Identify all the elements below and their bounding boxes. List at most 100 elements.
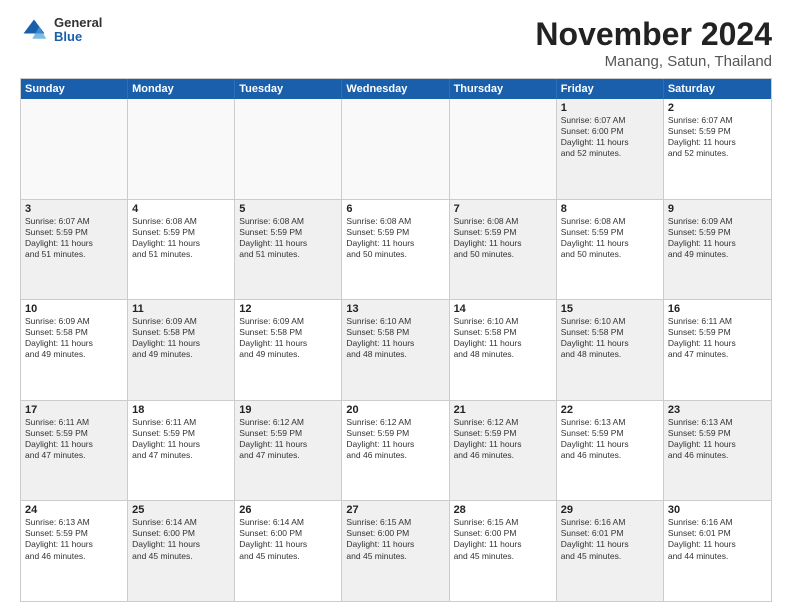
day-num-r4-c4: 28 <box>454 504 552 516</box>
day-num-r2-c1: 11 <box>132 303 230 315</box>
day-info-r3-c2: Sunrise: 6:12 AM Sunset: 5:59 PM Dayligh… <box>239 417 337 461</box>
day-num-r3-c3: 20 <box>346 404 444 416</box>
logo-text: General Blue <box>54 16 102 45</box>
day-num-r1-c0: 3 <box>25 203 123 215</box>
cal-row-3: 17Sunrise: 6:11 AM Sunset: 5:59 PM Dayli… <box>21 400 771 501</box>
day-info-r3-c6: Sunrise: 6:13 AM Sunset: 5:59 PM Dayligh… <box>668 417 767 461</box>
cal-cell-r3-c0: 17Sunrise: 6:11 AM Sunset: 5:59 PM Dayli… <box>21 401 128 501</box>
cal-cell-r4-c2: 26Sunrise: 6:14 AM Sunset: 6:00 PM Dayli… <box>235 501 342 601</box>
day-num-r1-c3: 6 <box>346 203 444 215</box>
day-info-r2-c0: Sunrise: 6:09 AM Sunset: 5:58 PM Dayligh… <box>25 316 123 360</box>
day-num-r0-c5: 1 <box>561 102 659 114</box>
weekday-monday: Monday <box>128 79 235 99</box>
day-info-r4-c5: Sunrise: 6:16 AM Sunset: 6:01 PM Dayligh… <box>561 517 659 561</box>
weekday-friday: Friday <box>557 79 664 99</box>
day-info-r3-c5: Sunrise: 6:13 AM Sunset: 5:59 PM Dayligh… <box>561 417 659 461</box>
day-num-r4-c3: 27 <box>346 504 444 516</box>
day-num-r3-c2: 19 <box>239 404 337 416</box>
cal-cell-r4-c6: 30Sunrise: 6:16 AM Sunset: 6:01 PM Dayli… <box>664 501 771 601</box>
cal-cell-r3-c1: 18Sunrise: 6:11 AM Sunset: 5:59 PM Dayli… <box>128 401 235 501</box>
day-info-r4-c1: Sunrise: 6:14 AM Sunset: 6:00 PM Dayligh… <box>132 517 230 561</box>
day-num-r4-c5: 29 <box>561 504 659 516</box>
cal-cell-r2-c1: 11Sunrise: 6:09 AM Sunset: 5:58 PM Dayli… <box>128 300 235 400</box>
cal-cell-r0-c5: 1Sunrise: 6:07 AM Sunset: 6:00 PM Daylig… <box>557 99 664 199</box>
cal-cell-r3-c4: 21Sunrise: 6:12 AM Sunset: 5:59 PM Dayli… <box>450 401 557 501</box>
day-num-r4-c0: 24 <box>25 504 123 516</box>
day-num-r1-c4: 7 <box>454 203 552 215</box>
day-num-r2-c0: 10 <box>25 303 123 315</box>
calendar: Sunday Monday Tuesday Wednesday Thursday… <box>20 78 772 602</box>
cal-cell-r3-c2: 19Sunrise: 6:12 AM Sunset: 5:59 PM Dayli… <box>235 401 342 501</box>
logo: General Blue <box>20 16 102 45</box>
day-info-r1-c4: Sunrise: 6:08 AM Sunset: 5:59 PM Dayligh… <box>454 216 552 260</box>
day-num-r3-c0: 17 <box>25 404 123 416</box>
day-num-r2-c2: 12 <box>239 303 337 315</box>
cal-row-0: 1Sunrise: 6:07 AM Sunset: 6:00 PM Daylig… <box>21 99 771 199</box>
calendar-header: Sunday Monday Tuesday Wednesday Thursday… <box>21 79 771 99</box>
cal-cell-r1-c1: 4Sunrise: 6:08 AM Sunset: 5:59 PM Daylig… <box>128 200 235 300</box>
day-num-r2-c6: 16 <box>668 303 767 315</box>
day-info-r4-c0: Sunrise: 6:13 AM Sunset: 5:59 PM Dayligh… <box>25 517 123 561</box>
logo-blue-text: Blue <box>54 30 102 44</box>
cal-cell-r1-c6: 9Sunrise: 6:09 AM Sunset: 5:59 PM Daylig… <box>664 200 771 300</box>
logo-general-text: General <box>54 16 102 30</box>
day-info-r0-c6: Sunrise: 6:07 AM Sunset: 5:59 PM Dayligh… <box>668 115 767 159</box>
day-info-r1-c0: Sunrise: 6:07 AM Sunset: 5:59 PM Dayligh… <box>25 216 123 260</box>
day-num-r1-c2: 5 <box>239 203 337 215</box>
cal-cell-r2-c2: 12Sunrise: 6:09 AM Sunset: 5:58 PM Dayli… <box>235 300 342 400</box>
cal-cell-r2-c4: 14Sunrise: 6:10 AM Sunset: 5:58 PM Dayli… <box>450 300 557 400</box>
day-info-r1-c5: Sunrise: 6:08 AM Sunset: 5:59 PM Dayligh… <box>561 216 659 260</box>
day-info-r2-c6: Sunrise: 6:11 AM Sunset: 5:59 PM Dayligh… <box>668 316 767 360</box>
cal-cell-r1-c0: 3Sunrise: 6:07 AM Sunset: 5:59 PM Daylig… <box>21 200 128 300</box>
cal-cell-r2-c0: 10Sunrise: 6:09 AM Sunset: 5:58 PM Dayli… <box>21 300 128 400</box>
logo-icon <box>20 16 48 44</box>
cal-cell-r0-c2 <box>235 99 342 199</box>
cal-cell-r3-c3: 20Sunrise: 6:12 AM Sunset: 5:59 PM Dayli… <box>342 401 449 501</box>
cal-cell-r1-c3: 6Sunrise: 6:08 AM Sunset: 5:59 PM Daylig… <box>342 200 449 300</box>
weekday-thursday: Thursday <box>450 79 557 99</box>
day-num-r4-c1: 25 <box>132 504 230 516</box>
day-info-r1-c2: Sunrise: 6:08 AM Sunset: 5:59 PM Dayligh… <box>239 216 337 260</box>
day-info-r3-c0: Sunrise: 6:11 AM Sunset: 5:59 PM Dayligh… <box>25 417 123 461</box>
day-info-r1-c1: Sunrise: 6:08 AM Sunset: 5:59 PM Dayligh… <box>132 216 230 260</box>
day-num-r2-c5: 15 <box>561 303 659 315</box>
cal-cell-r2-c3: 13Sunrise: 6:10 AM Sunset: 5:58 PM Dayli… <box>342 300 449 400</box>
day-num-r2-c3: 13 <box>346 303 444 315</box>
cal-row-2: 10Sunrise: 6:09 AM Sunset: 5:58 PM Dayli… <box>21 299 771 400</box>
cal-cell-r1-c4: 7Sunrise: 6:08 AM Sunset: 5:59 PM Daylig… <box>450 200 557 300</box>
day-info-r4-c4: Sunrise: 6:15 AM Sunset: 6:00 PM Dayligh… <box>454 517 552 561</box>
cal-cell-r0-c0 <box>21 99 128 199</box>
day-info-r2-c5: Sunrise: 6:10 AM Sunset: 5:58 PM Dayligh… <box>561 316 659 360</box>
day-info-r2-c2: Sunrise: 6:09 AM Sunset: 5:58 PM Dayligh… <box>239 316 337 360</box>
cal-cell-r1-c5: 8Sunrise: 6:08 AM Sunset: 5:59 PM Daylig… <box>557 200 664 300</box>
day-num-r1-c6: 9 <box>668 203 767 215</box>
cal-cell-r0-c6: 2Sunrise: 6:07 AM Sunset: 5:59 PM Daylig… <box>664 99 771 199</box>
day-info-r3-c4: Sunrise: 6:12 AM Sunset: 5:59 PM Dayligh… <box>454 417 552 461</box>
day-num-r0-c6: 2 <box>668 102 767 114</box>
day-num-r1-c5: 8 <box>561 203 659 215</box>
cal-cell-r2-c5: 15Sunrise: 6:10 AM Sunset: 5:58 PM Dayli… <box>557 300 664 400</box>
day-num-r3-c5: 22 <box>561 404 659 416</box>
cal-cell-r4-c5: 29Sunrise: 6:16 AM Sunset: 6:01 PM Dayli… <box>557 501 664 601</box>
header: General Blue November 2024 Manang, Satun… <box>20 16 772 70</box>
weekday-sunday: Sunday <box>21 79 128 99</box>
day-num-r3-c1: 18 <box>132 404 230 416</box>
day-num-r3-c6: 23 <box>668 404 767 416</box>
day-num-r1-c1: 4 <box>132 203 230 215</box>
day-num-r3-c4: 21 <box>454 404 552 416</box>
day-info-r4-c2: Sunrise: 6:14 AM Sunset: 6:00 PM Dayligh… <box>239 517 337 561</box>
day-info-r4-c6: Sunrise: 6:16 AM Sunset: 6:01 PM Dayligh… <box>668 517 767 561</box>
cal-row-1: 3Sunrise: 6:07 AM Sunset: 5:59 PM Daylig… <box>21 199 771 300</box>
title-month: November 2024 <box>535 16 772 53</box>
day-info-r3-c1: Sunrise: 6:11 AM Sunset: 5:59 PM Dayligh… <box>132 417 230 461</box>
day-info-r2-c1: Sunrise: 6:09 AM Sunset: 5:58 PM Dayligh… <box>132 316 230 360</box>
day-info-r4-c3: Sunrise: 6:15 AM Sunset: 6:00 PM Dayligh… <box>346 517 444 561</box>
cal-cell-r1-c2: 5Sunrise: 6:08 AM Sunset: 5:59 PM Daylig… <box>235 200 342 300</box>
day-info-r2-c4: Sunrise: 6:10 AM Sunset: 5:58 PM Dayligh… <box>454 316 552 360</box>
cal-cell-r0-c1 <box>128 99 235 199</box>
day-num-r4-c6: 30 <box>668 504 767 516</box>
cal-cell-r4-c4: 28Sunrise: 6:15 AM Sunset: 6:00 PM Dayli… <box>450 501 557 601</box>
calendar-body: 1Sunrise: 6:07 AM Sunset: 6:00 PM Daylig… <box>21 99 771 601</box>
day-info-r0-c5: Sunrise: 6:07 AM Sunset: 6:00 PM Dayligh… <box>561 115 659 159</box>
day-info-r1-c6: Sunrise: 6:09 AM Sunset: 5:59 PM Dayligh… <box>668 216 767 260</box>
